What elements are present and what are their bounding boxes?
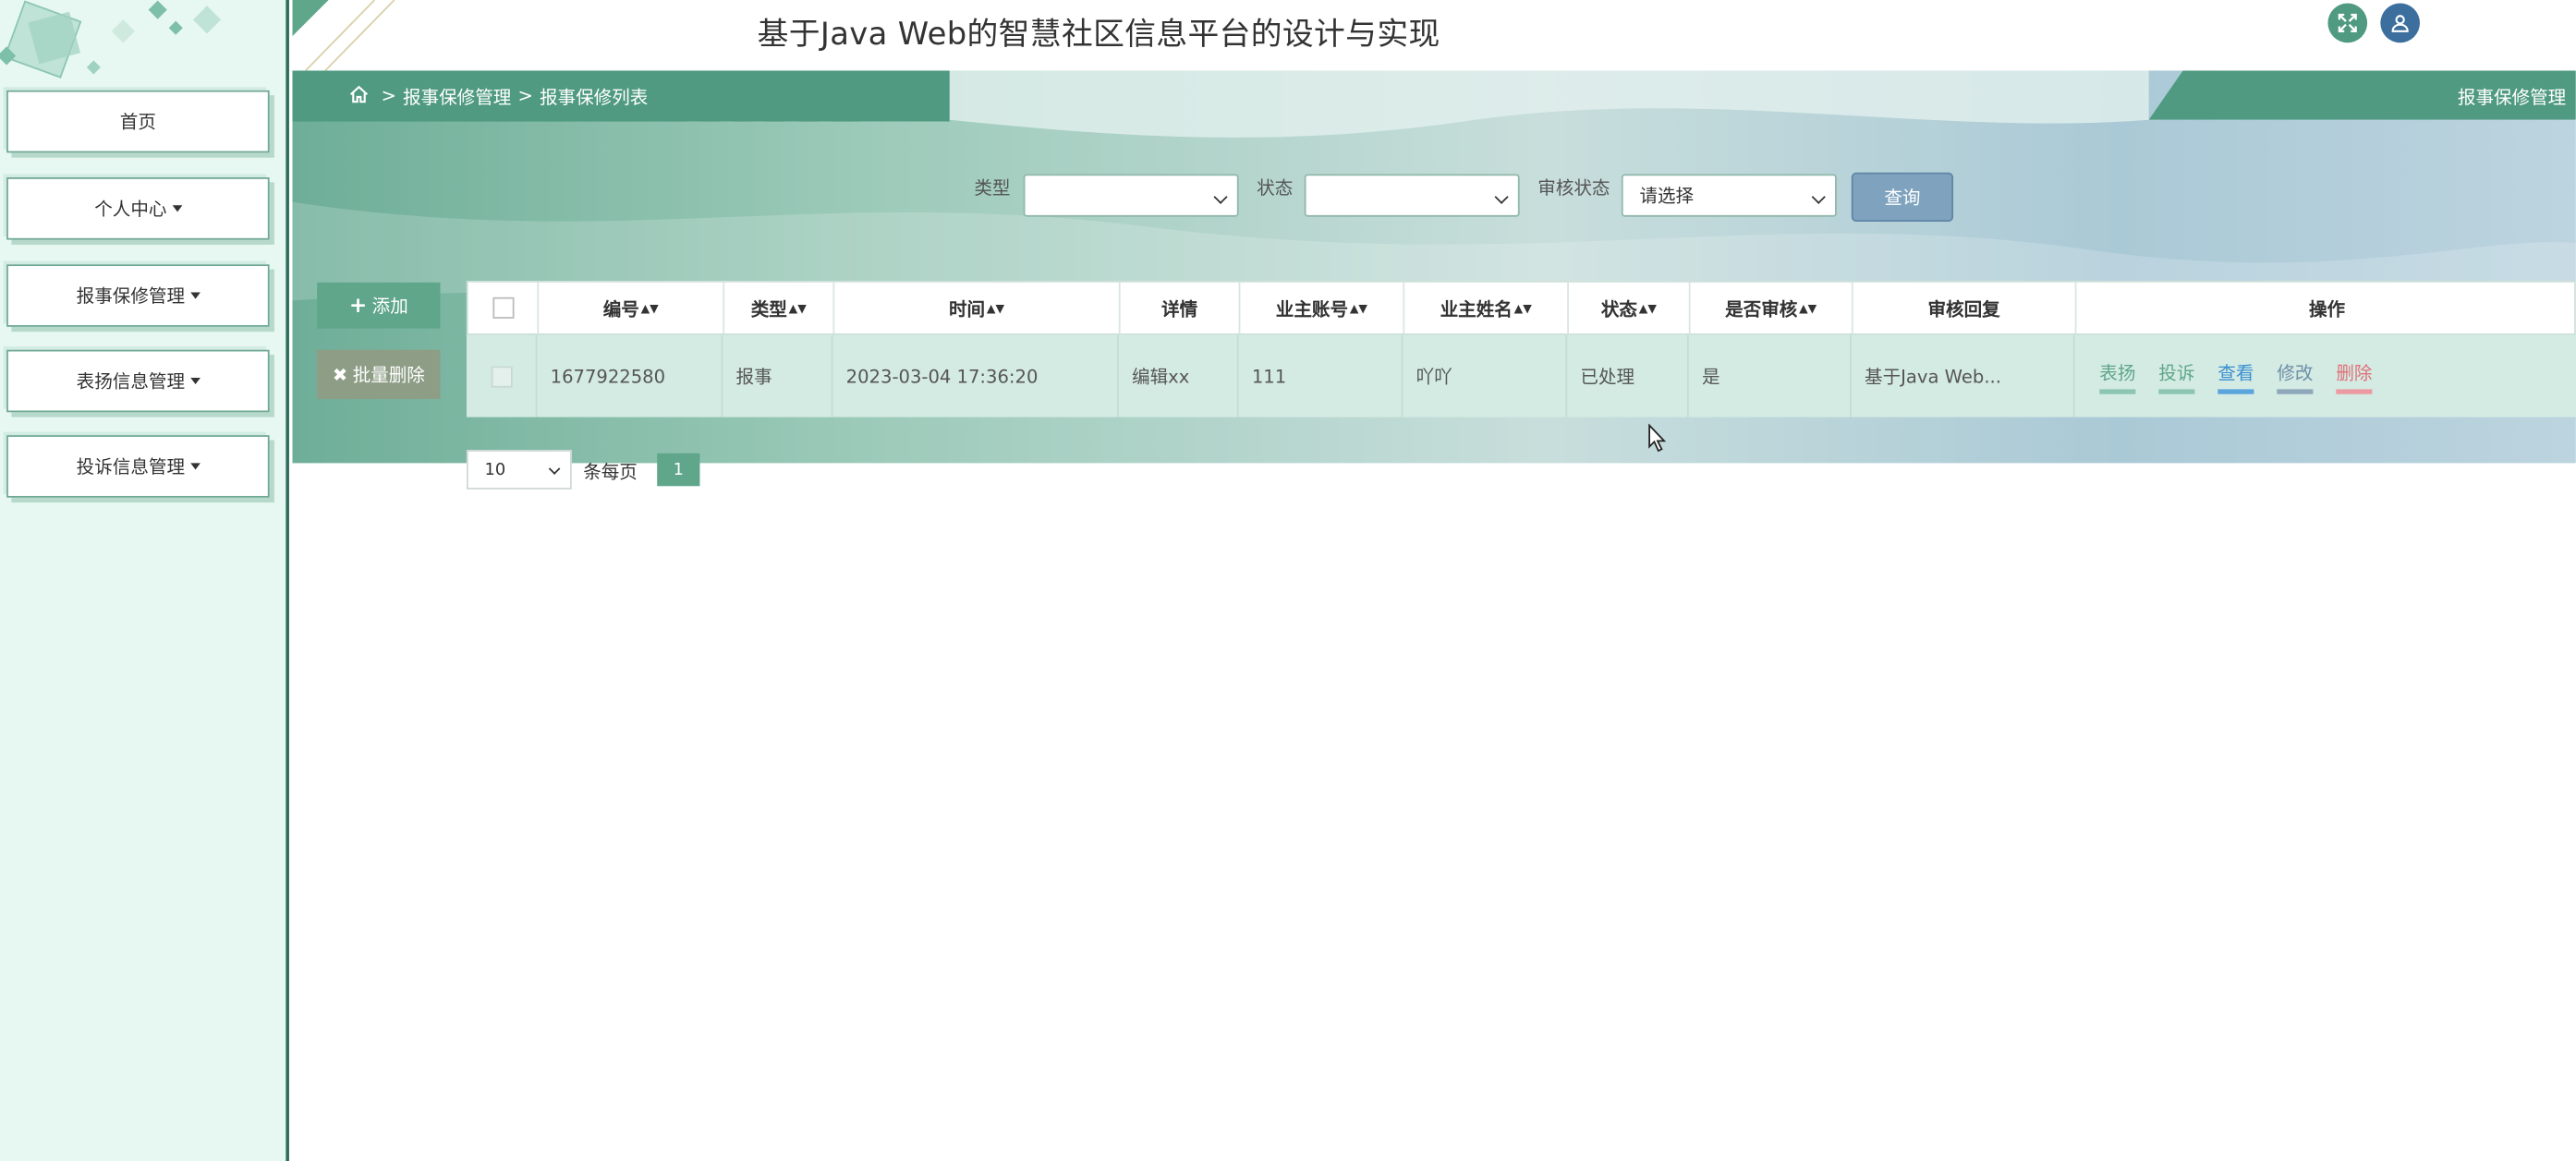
sidebar-item-personal-center[interactable]: 个人中心 [6, 177, 270, 240]
review-filter-label: 审核状态 [1537, 177, 1610, 200]
cell-account: 111 [1239, 334, 1403, 417]
cell-id: 1677922580 [537, 334, 723, 417]
user-button[interactable] [2380, 3, 2420, 43]
cell-status: 已处理 [1567, 334, 1689, 417]
breadcrumb-level2: 报事保修列表 [539, 86, 649, 108]
sort-icon: ▲▼ [986, 301, 1005, 315]
column-header-operations: 操作 [2308, 297, 2346, 320]
caret-down-icon [189, 377, 200, 385]
query-button[interactable]: 查询 [1851, 172, 1954, 223]
column-header-owner-name[interactable]: 业主姓名 ▲▼ [1404, 282, 1569, 333]
cell-reviewed: 是 [1689, 334, 1852, 417]
column-header-time[interactable]: 时间 ▲▼ [834, 282, 1121, 333]
sidebar-item-label: 报事保修管理 [76, 285, 186, 308]
sidebar-item-praise-management[interactable]: 表扬信息管理 [6, 349, 270, 413]
complaint-link[interactable]: 投诉 [2158, 358, 2195, 393]
column-header-status[interactable]: 状态 ▲▼ [1569, 282, 1691, 333]
breadcrumb-separator: > [517, 85, 533, 107]
type-filter-label: 类型 [974, 177, 1011, 200]
add-button-label: 添加 [371, 296, 408, 318]
table-header: 编号 ▲▼ 类型 ▲▼ 时间 ▲▼ 详情 业主账号 ▲▼ 业主姓名 ▲▼ 状态 ▲▼ 是否审… [466, 281, 2576, 335]
cell-operations: 表扬 投诉 查看 修改 删除 [2075, 335, 2576, 417]
review-status-select[interactable]: 请选择 [1621, 174, 1837, 217]
breadcrumb-level1[interactable]: 报事保修管理 [403, 83, 511, 109]
status-filter-label: 状态 [1257, 177, 1294, 200]
sidebar-item-complaint-management[interactable]: 投诉信息管理 [6, 435, 270, 498]
plus-icon: + [348, 293, 368, 319]
caret-down-icon [189, 463, 200, 470]
sidebar-item-label: 投诉信息管理 [76, 456, 186, 478]
sort-icon: ▲▼ [1638, 301, 1657, 315]
batch-delete-label: 批量删除 [352, 364, 425, 386]
breadcrumb-separator: > [381, 85, 396, 107]
type-select[interactable] [1023, 174, 1239, 217]
caret-down-icon [171, 205, 182, 212]
sidebar-item-home[interactable]: 首页 [6, 90, 270, 153]
page-button-current[interactable]: 1 [657, 453, 700, 487]
header: 基于Java Web的智慧社区信息平台的设计与实现 [292, 0, 2576, 71]
sort-icon: ▲▼ [788, 301, 807, 315]
sort-icon: ▲▼ [1799, 301, 1817, 315]
batch-delete-button[interactable]: ✖ 批量删除 [317, 349, 441, 400]
fullscreen-button[interactable] [2327, 3, 2368, 43]
per-page-label: 条每页 [583, 461, 638, 483]
sidebar: 首页 个人中心 报事保修管理 表扬信息管理 投诉信息管理 [0, 0, 289, 1161]
table-row: 1677922580 报事 2023-03-04 17:36:20 编辑xx 1… [466, 334, 2576, 417]
sort-icon: ▲▼ [1349, 301, 1367, 315]
row-checkbox[interactable] [490, 365, 512, 387]
sort-icon: ▲▼ [640, 301, 659, 315]
select-all-checkbox[interactable] [492, 296, 514, 319]
status-select[interactable] [1304, 174, 1520, 217]
column-header-reviewed[interactable]: 是否审核 ▲▼ [1691, 282, 1853, 333]
cell-owner-name: 吖吖 [1403, 334, 1568, 417]
page-tab-label: 报事保修管理 [2457, 87, 2567, 109]
caret-down-icon [189, 292, 200, 299]
view-link[interactable]: 查看 [2218, 358, 2254, 393]
content-banner: > 报事保修管理 > 报事保修列表 报事保修管理 类型 状态 审核状态 请选择 … [292, 70, 2576, 464]
home-icon[interactable] [348, 84, 370, 110]
breadcrumb: > 报事保修管理 > 报事保修列表 [292, 70, 950, 122]
select-all-cell [468, 282, 540, 333]
cell-reply: 基于Java Web... [1852, 334, 2075, 417]
cell-detail: 编辑xx [1119, 334, 1239, 417]
row-select-cell [467, 334, 538, 417]
column-header-type[interactable]: 类型 ▲▼ [724, 282, 835, 333]
page-size-select[interactable]: 10 [466, 450, 572, 490]
column-header-reply: 审核回复 [1853, 282, 2077, 333]
edit-link[interactable]: 修改 [2277, 358, 2314, 393]
header-decoration [292, 0, 395, 71]
add-button[interactable]: + 添加 [317, 282, 441, 329]
sidebar-item-label: 首页 [119, 111, 156, 134]
cell-type: 报事 [723, 334, 833, 417]
mouse-cursor-icon [1648, 423, 1667, 453]
sidebar-item-repair-management[interactable]: 报事保修管理 [6, 264, 270, 327]
cell-time: 2023-03-04 17:36:20 [832, 334, 1119, 417]
app-title: 基于Java Web的智慧社区信息平台的设计与实现 [757, 16, 1440, 53]
sidebar-item-label: 个人中心 [94, 199, 167, 221]
close-icon: ✖ [332, 363, 348, 385]
column-header-id[interactable]: 编号 ▲▼ [539, 282, 725, 333]
sort-icon: ▲▼ [1513, 301, 1532, 315]
column-header-detail: 详情 [1121, 282, 1241, 333]
praise-link[interactable]: 表扬 [2099, 358, 2136, 393]
sidebar-item-label: 表扬信息管理 [76, 370, 186, 393]
expand-icon [2338, 13, 2357, 32]
logo [0, 0, 289, 85]
delete-link[interactable]: 删除 [2336, 358, 2373, 393]
user-icon [2391, 15, 2409, 32]
column-header-account[interactable]: 业主账号 ▲▼ [1240, 282, 1405, 333]
